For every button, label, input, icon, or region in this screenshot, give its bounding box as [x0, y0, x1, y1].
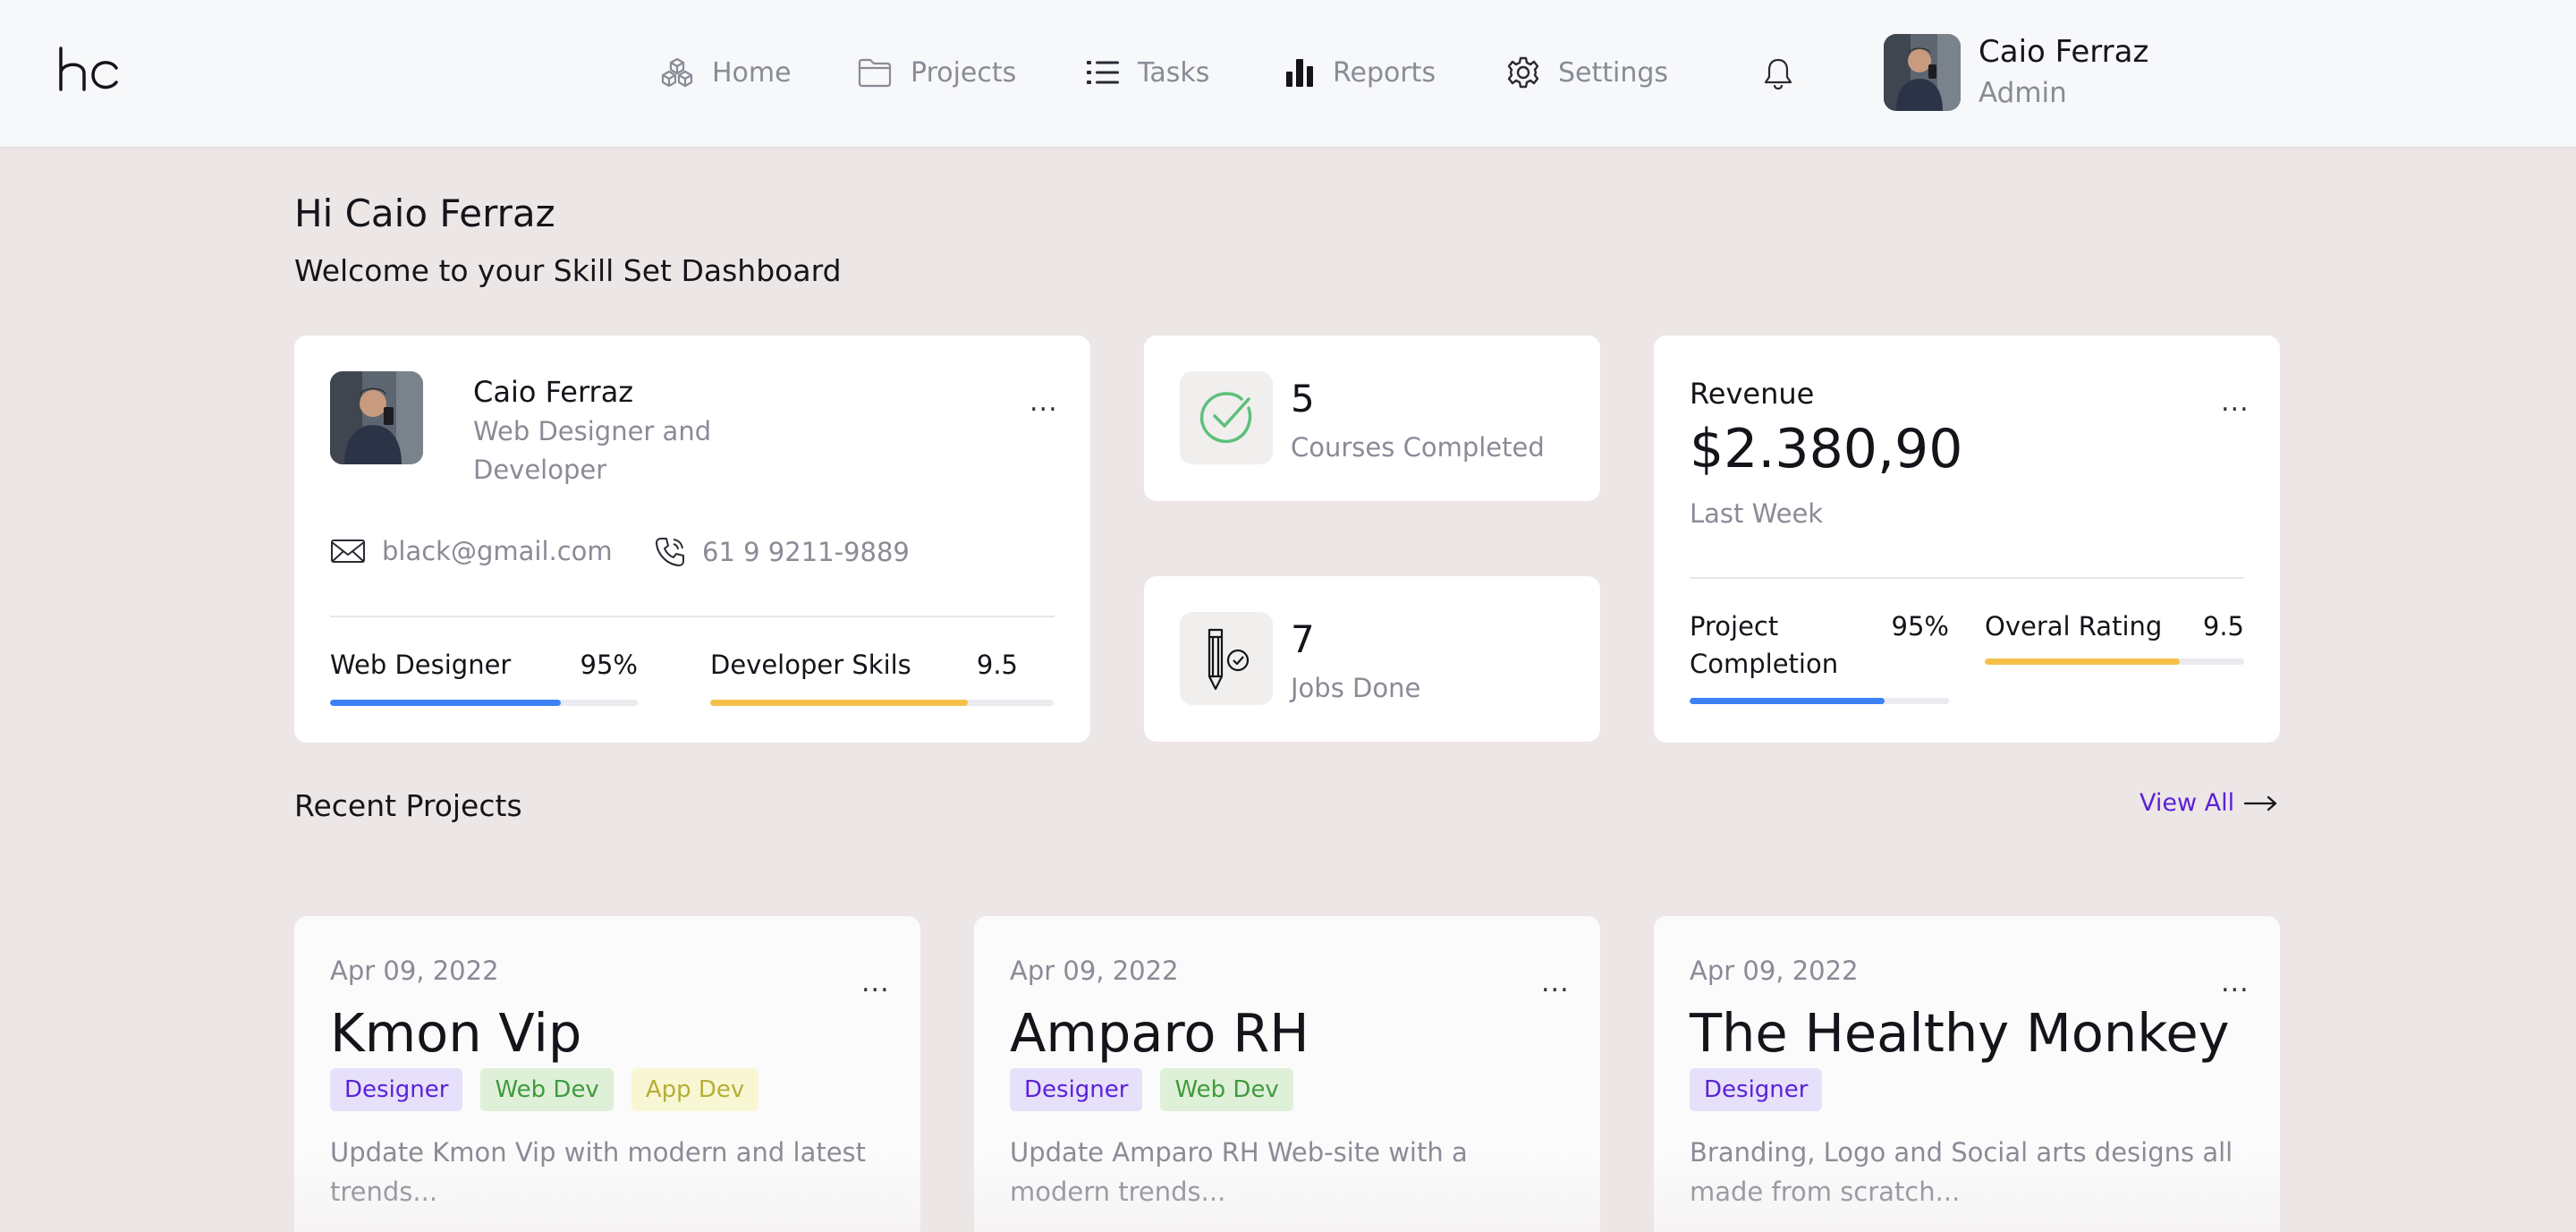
greeting-title: Hi Caio Ferraz — [294, 191, 555, 235]
stat-icon-box — [1180, 371, 1273, 464]
project-name: Kmon Vip — [330, 1002, 582, 1064]
stat-card-courses: 5 Courses Completed — [1144, 336, 1600, 501]
metric-value: 95% — [1891, 611, 1949, 641]
user-avatar[interactable] — [1884, 34, 1961, 111]
project-name: The Healthy Monkey — [1690, 1002, 2230, 1064]
folder-icon — [858, 58, 892, 88]
nav-tasks[interactable]: Tasks — [1086, 49, 1209, 96]
skill-label: Web Designer — [330, 650, 512, 680]
tag-designer[interactable]: Designer — [1690, 1068, 1823, 1111]
metric-progress-bar — [1690, 698, 1949, 704]
jobs-done-count: 7 — [1291, 617, 1315, 661]
project-menu-button[interactable]: ... — [2221, 970, 2250, 997]
tag-web-dev[interactable]: Web Dev — [1160, 1068, 1293, 1111]
bell-icon — [1764, 58, 1792, 90]
courses-completed-count: 5 — [1291, 377, 1315, 421]
project-description: Update Amparo RH Web-site with a modern … — [1010, 1137, 1468, 1207]
notifications-button[interactable] — [1760, 55, 1796, 91]
skill-progress-bar — [710, 700, 1054, 706]
avatar-photo — [1884, 34, 1961, 111]
nav-reports[interactable]: Reports — [1284, 49, 1436, 96]
phone-icon — [656, 538, 684, 566]
metric-value: 9.5 — [2202, 611, 2244, 641]
project-date: Apr 09, 2022 — [1010, 956, 1179, 986]
top-navigation-bar: Home Projects Tasks Reports Settings Cai… — [0, 0, 2576, 149]
revenue-amount: $2.380,90 — [1690, 418, 1963, 480]
tag-designer[interactable]: Designer — [330, 1068, 463, 1111]
profile-avatar — [330, 371, 423, 464]
skill-progress-bar — [330, 700, 638, 706]
metric-progress-fill — [1985, 658, 2180, 665]
list-icon — [1087, 61, 1119, 84]
jobs-done-label: Jobs Done — [1291, 673, 1421, 703]
recent-projects-title: Recent Projects — [294, 788, 522, 823]
view-all-label: View All — [2140, 789, 2235, 817]
user-name[interactable]: Caio Ferraz — [1979, 34, 2148, 70]
project-description: Branding, Logo and Social arts designs a… — [1690, 1137, 2233, 1207]
profile-phone-text: 61 9 9211-9889 — [702, 537, 910, 567]
nav-projects-label: Projects — [911, 56, 1017, 89]
profile-card: Caio Ferraz Web Designer and Developer .… — [294, 336, 1090, 743]
arrow-right-icon — [2244, 795, 2277, 811]
nav-home[interactable]: Home — [660, 49, 792, 96]
project-menu-button[interactable]: ... — [1541, 970, 1570, 997]
revenue-menu-button[interactable]: ... — [2221, 389, 2250, 416]
profile-title: Web Designer and Developer — [473, 416, 712, 485]
stat-card-jobs: 7 Jobs Done — [1144, 576, 1600, 742]
revenue-card: Revenue $2.380,90 Last Week ... Project … — [1654, 336, 2280, 743]
project-date: Apr 09, 2022 — [330, 956, 499, 986]
nav-tasks-label: Tasks — [1138, 56, 1210, 89]
skill-label: Developer Skils — [710, 650, 911, 680]
greeting-subtitle: Welcome to your Skill Set Dashboard — [294, 253, 842, 288]
metric-label: Project Completion — [1690, 611, 1839, 679]
revenue-period: Last Week — [1690, 498, 1824, 529]
tag-app-dev[interactable]: App Dev — [631, 1068, 759, 1111]
check-circle-icon — [1199, 392, 1252, 444]
nav-projects[interactable]: Projects — [857, 49, 1016, 96]
user-role: Admin — [1979, 77, 2067, 109]
project-card[interactable]: Apr 09, 2022 ... Amparo RH Designer Web … — [974, 916, 1600, 1232]
logo-icon — [59, 47, 118, 91]
stat-icon-box — [1180, 612, 1273, 705]
project-tags: Designer Web Dev App Dev — [330, 1068, 759, 1111]
project-card[interactable]: Apr 09, 2022 ... Kmon Vip Designer Web D… — [294, 916, 920, 1232]
divider — [1690, 577, 2244, 579]
profile-email-text: black@gmail.com — [382, 536, 613, 566]
project-tags: Designer Web Dev — [1010, 1068, 1293, 1111]
gear-icon — [1507, 56, 1539, 89]
skill-progress-fill — [330, 700, 561, 706]
courses-completed-label: Courses Completed — [1291, 432, 1545, 463]
profile-email[interactable]: black@gmail.com — [330, 536, 613, 566]
metric-label: Overal Rating — [1985, 611, 2163, 641]
divider — [330, 616, 1055, 617]
skill-value: 95% — [580, 650, 638, 680]
nav-home-label: Home — [712, 56, 792, 89]
project-card[interactable]: Apr 09, 2022 ... The Healthy Monkey Desi… — [1654, 916, 2280, 1232]
nav-settings-label: Settings — [1558, 56, 1669, 89]
cubes-icon — [661, 57, 693, 88]
skill-progress-fill — [710, 700, 968, 706]
profile-name: Caio Ferraz — [473, 375, 634, 409]
project-menu-button[interactable]: ... — [861, 970, 890, 997]
project-name: Amparo RH — [1010, 1002, 1309, 1064]
skill-value: 9.5 — [976, 650, 1018, 680]
logo[interactable] — [57, 47, 120, 93]
metric-progress-fill — [1690, 698, 1885, 704]
tag-designer[interactable]: Designer — [1010, 1068, 1143, 1111]
profile-phone[interactable]: 61 9 9211-9889 — [654, 536, 910, 568]
revenue-label: Revenue — [1690, 377, 1815, 411]
tag-web-dev[interactable]: Web Dev — [480, 1068, 614, 1111]
view-all-link[interactable]: View All — [2140, 789, 2279, 817]
nav-reports-label: Reports — [1333, 56, 1436, 89]
project-date: Apr 09, 2022 — [1690, 956, 1859, 986]
pencil-check-icon — [1208, 628, 1250, 691]
profile-menu-button[interactable]: ... — [1030, 389, 1058, 416]
project-tags: Designer — [1690, 1068, 1823, 1111]
nav-settings[interactable]: Settings — [1506, 49, 1668, 96]
bar-chart-icon — [1286, 59, 1313, 87]
avatar-photo — [330, 371, 423, 464]
mail-icon — [331, 540, 365, 563]
metric-progress-bar — [1985, 658, 2244, 665]
project-description: Update Kmon Vip with modern and latest t… — [330, 1137, 867, 1207]
